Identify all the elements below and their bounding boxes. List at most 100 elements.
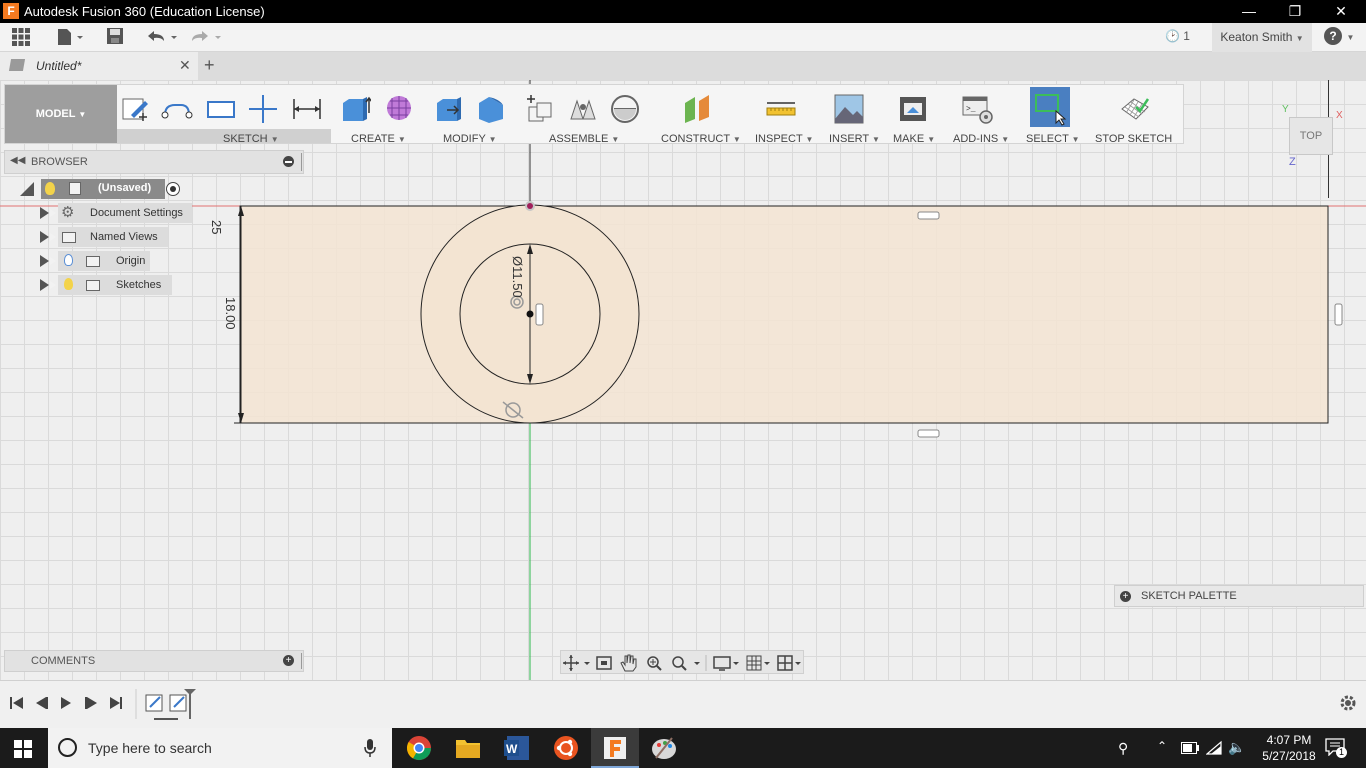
wifi-icon[interactable] bbox=[1206, 740, 1222, 756]
form-icon[interactable] bbox=[383, 93, 415, 125]
timeline-settings-gear-icon[interactable] bbox=[1340, 695, 1356, 711]
display-settings-icon[interactable] bbox=[713, 656, 731, 671]
show-hidden-icons-chevron-icon[interactable]: ⌃ bbox=[1157, 739, 1167, 753]
expand-triangle-icon[interactable] bbox=[40, 279, 56, 291]
lightbulb-icon[interactable] bbox=[64, 278, 73, 290]
tree-item-origin[interactable]: Origin bbox=[0, 251, 200, 271]
tree-item-named-views[interactable]: Named Views bbox=[0, 227, 200, 247]
caret-down-icon[interactable] bbox=[733, 662, 739, 665]
close-tab-icon[interactable]: ✕ bbox=[179, 57, 191, 74]
battery-icon[interactable] bbox=[1181, 742, 1199, 754]
data-panel-grid-icon[interactable] bbox=[10, 27, 32, 48]
taskbar-search-box[interactable]: Type here to search bbox=[48, 728, 392, 768]
file-menu-icon[interactable] bbox=[54, 27, 84, 48]
as-built-joint-icon[interactable] bbox=[609, 93, 641, 125]
create-sketch-icon[interactable] bbox=[119, 93, 151, 125]
insert-menu[interactable]: INSERT ▼ bbox=[829, 133, 880, 145]
paint-taskbar-icon[interactable] bbox=[650, 734, 678, 762]
timeline-sketch-feature-icon[interactable] bbox=[145, 694, 163, 712]
system-clock[interactable]: 4:07 PM 5/27/2018 bbox=[1258, 732, 1320, 764]
workspace-switcher[interactable]: MODEL ▼ bbox=[5, 85, 117, 143]
activate-radio-icon[interactable] bbox=[166, 182, 180, 196]
extrude-icon[interactable] bbox=[339, 93, 373, 125]
assemble-menu[interactable]: ASSEMBLE ▼ bbox=[549, 133, 619, 145]
minimize-button[interactable]: — bbox=[1226, 0, 1272, 23]
action-center-icon[interactable]: 1 bbox=[1325, 738, 1347, 758]
timeline-sketch-feature-active-icon[interactable] bbox=[169, 694, 187, 712]
restore-button[interactable]: ❐ bbox=[1272, 0, 1318, 23]
press-pull-icon[interactable] bbox=[433, 93, 465, 125]
caret-down-icon[interactable] bbox=[764, 662, 770, 665]
step-forward-icon[interactable] bbox=[85, 697, 97, 709]
stop-sketch-button[interactable]: STOP SKETCH bbox=[1095, 133, 1172, 145]
play-icon[interactable] bbox=[61, 697, 71, 709]
line-tool-icon[interactable] bbox=[161, 93, 193, 125]
vertical-constraint-icon[interactable] bbox=[1334, 303, 1343, 326]
job-status[interactable]: 🕑 1 bbox=[1165, 29, 1190, 43]
step-back-icon[interactable] bbox=[36, 697, 48, 709]
offset-plane-icon[interactable] bbox=[681, 93, 713, 125]
expand-triangle-icon[interactable] bbox=[40, 255, 56, 267]
select-tool-button[interactable] bbox=[1030, 87, 1070, 127]
select-menu[interactable]: SELECT ▼ bbox=[1026, 133, 1080, 145]
undo-icon[interactable] bbox=[144, 27, 180, 48]
viewports-icon[interactable] bbox=[777, 655, 793, 671]
tree-item-root[interactable]: (Unsaved) bbox=[18, 179, 188, 199]
fillet-icon[interactable] bbox=[475, 93, 507, 125]
save-icon[interactable] bbox=[104, 27, 126, 48]
expanded-triangle-icon[interactable] bbox=[20, 182, 34, 196]
joint-icon[interactable] bbox=[567, 93, 599, 125]
new-tab-icon[interactable]: + bbox=[204, 55, 215, 76]
people-icon[interactable]: ⚲ bbox=[1118, 740, 1128, 757]
caret-down-icon[interactable] bbox=[694, 662, 700, 665]
close-window-button[interactable]: ✕ bbox=[1318, 0, 1364, 23]
horizontal-constraint-icon[interactable] bbox=[917, 429, 940, 438]
tree-item-sketches[interactable]: Sketches bbox=[0, 275, 200, 295]
look-at-icon[interactable] bbox=[596, 656, 612, 670]
go-to-end-icon[interactable] bbox=[110, 697, 122, 709]
help-menu[interactable]: ? ▼ bbox=[1324, 27, 1354, 45]
ubuntu-taskbar-icon[interactable] bbox=[552, 734, 580, 762]
3d-print-icon[interactable] bbox=[897, 93, 929, 125]
sketch-rectangle[interactable] bbox=[239, 205, 1329, 424]
add-comment-icon[interactable]: + bbox=[283, 655, 294, 666]
scripts-addins-icon[interactable]: >_ bbox=[961, 93, 993, 125]
volume-icon[interactable]: 🔈 bbox=[1228, 739, 1245, 756]
user-account-menu[interactable]: Keaton Smith ▼ bbox=[1212, 23, 1312, 52]
redo-icon[interactable] bbox=[188, 27, 224, 48]
tab-untitled[interactable]: Untitled* ✕ bbox=[0, 52, 198, 80]
point-tool-icon[interactable] bbox=[247, 93, 279, 125]
sketch-menu[interactable]: SKETCH ▼ bbox=[223, 133, 279, 145]
expand-triangle-icon[interactable] bbox=[40, 207, 56, 219]
rectangle-tool-icon[interactable] bbox=[205, 93, 237, 125]
chrome-taskbar-icon[interactable] bbox=[405, 734, 433, 762]
orbit-icon[interactable] bbox=[563, 655, 579, 671]
caret-down-icon[interactable] bbox=[795, 662, 801, 665]
browser-collapse-icon[interactable] bbox=[283, 156, 294, 167]
file-explorer-taskbar-icon[interactable] bbox=[454, 734, 482, 762]
zoom-icon[interactable] bbox=[647, 656, 662, 671]
modify-menu[interactable]: MODIFY ▼ bbox=[443, 133, 497, 145]
sketch-point[interactable] bbox=[527, 203, 533, 209]
inspect-menu[interactable]: INSPECT ▼ bbox=[755, 133, 813, 145]
stop-sketch-icon[interactable] bbox=[1118, 93, 1150, 125]
comments-panel-header[interactable]: COMMENTS + bbox=[4, 650, 304, 672]
addins-menu[interactable]: ADD-INS ▼ bbox=[953, 133, 1009, 145]
horizontal-constraint-icon[interactable] bbox=[917, 211, 940, 220]
windows-start-icon[interactable] bbox=[14, 740, 32, 761]
create-menu[interactable]: CREATE ▼ bbox=[351, 133, 406, 145]
word-taskbar-icon[interactable]: W bbox=[503, 734, 531, 762]
dimension-text-top[interactable]: 25 bbox=[209, 220, 224, 234]
fit-zoom-icon[interactable] bbox=[672, 656, 687, 671]
fusion-taskbar-item-active[interactable] bbox=[591, 728, 639, 768]
sketch-palette-header[interactable]: + SKETCH PALETTE bbox=[1114, 585, 1364, 607]
insert-image-icon[interactable] bbox=[833, 93, 865, 125]
height-dimension-text[interactable]: 18.00 bbox=[223, 297, 238, 330]
new-component-icon[interactable] bbox=[523, 93, 555, 125]
pan-hand-icon[interactable] bbox=[620, 654, 637, 672]
lightbulb-icon[interactable] bbox=[45, 182, 55, 195]
make-menu[interactable]: MAKE ▼ bbox=[893, 133, 935, 145]
lightbulb-off-icon[interactable] bbox=[64, 254, 73, 266]
diameter-dimension-text[interactable]: Ø11.50 bbox=[510, 256, 525, 298]
tree-item-document-settings[interactable]: ⚙ Document Settings bbox=[0, 203, 200, 223]
